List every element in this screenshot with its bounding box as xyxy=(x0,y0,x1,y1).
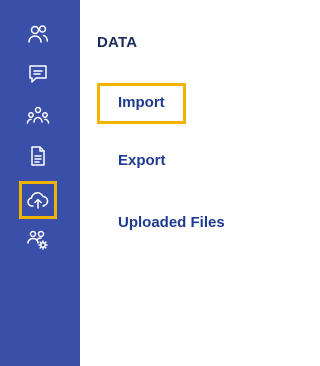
users-icon xyxy=(28,25,49,43)
document-icon xyxy=(31,146,45,166)
message-icon xyxy=(29,65,47,83)
team-icon xyxy=(26,106,50,124)
section-title: DATA xyxy=(97,34,138,51)
sidebar-item-user-settings[interactable] xyxy=(20,222,56,258)
data-panel: DATA Import Export Uploaded Files xyxy=(80,0,253,366)
sidebar-item-data[interactable] xyxy=(19,181,57,219)
cloud-upload-icon xyxy=(27,192,49,209)
menu-item-uploaded-files[interactable]: Uploaded Files xyxy=(118,214,225,231)
sidebar-item-users[interactable] xyxy=(20,16,56,52)
menu-item-export[interactable]: Export xyxy=(118,152,166,169)
sidebar-rail xyxy=(0,0,80,366)
sidebar-item-documents[interactable] xyxy=(20,138,56,174)
sidebar-item-team[interactable] xyxy=(20,98,56,134)
user-settings-icon xyxy=(27,230,48,250)
menu-item-import[interactable]: Import xyxy=(97,83,186,124)
sidebar-item-messages[interactable] xyxy=(20,56,56,92)
